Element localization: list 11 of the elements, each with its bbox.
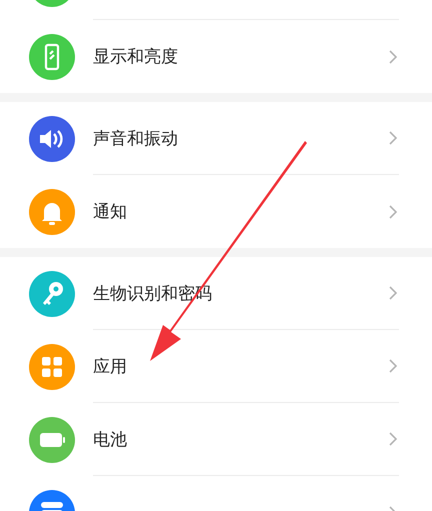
chevron-icon	[388, 48, 398, 64]
chevron-icon	[388, 358, 398, 374]
chevron-icon	[388, 431, 398, 447]
item-label[interactable]: 通知	[93, 200, 127, 223]
chevron-icon	[388, 204, 398, 220]
item-label[interactable]: 应用	[93, 354, 127, 378]
item-label[interactable]: 声音和振动	[93, 126, 178, 150]
chevron-icon	[388, 285, 398, 301]
item-label[interactable]: 电池	[93, 428, 127, 450]
item-label[interactable]: 显示和亮度	[93, 45, 178, 68]
chevron-icon	[388, 130, 398, 146]
